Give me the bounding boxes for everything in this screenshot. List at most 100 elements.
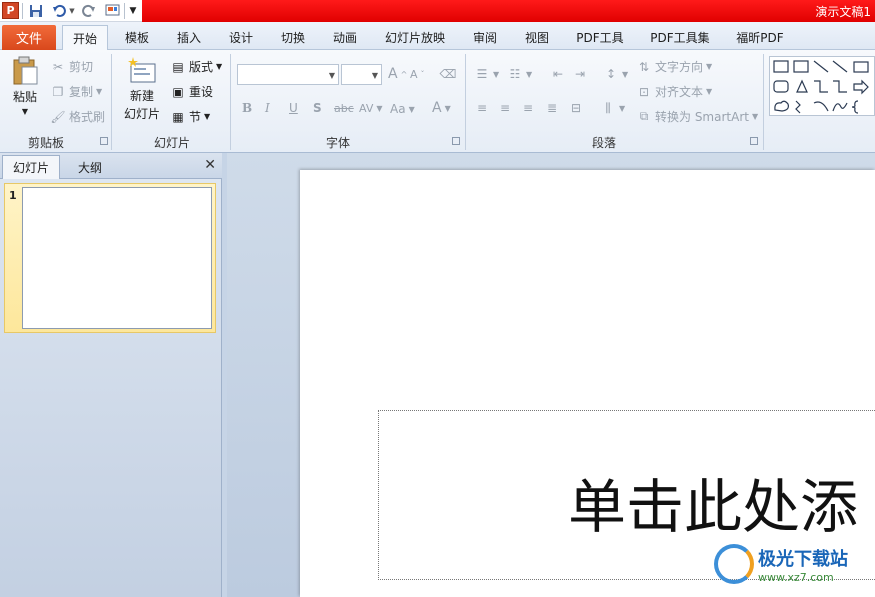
tab-outline[interactable]: 大纲 — [62, 155, 118, 179]
group-label-font: 字体 — [325, 136, 350, 150]
text-direction-icon: ⇅ — [638, 59, 650, 74]
start-from-beginning-icon[interactable] — [103, 2, 121, 20]
grow-font-button[interactable]: A ^ — [388, 66, 407, 82]
change-case-button[interactable]: Aa ▼ — [390, 102, 415, 116]
reset-label: 重设 — [189, 85, 214, 99]
window-title: 演示文稿1 — [815, 5, 871, 19]
watermark-logo-icon — [714, 544, 754, 584]
cut-label: 剪切 — [69, 60, 94, 74]
tab-home[interactable]: 开始 — [62, 25, 108, 50]
character-spacing-button[interactable]: AV ▼ — [359, 102, 383, 115]
bold-button[interactable]: B — [242, 101, 252, 115]
group-label-clipboard: 剪贴板 — [27, 136, 64, 150]
tab-templates[interactable]: 模板 — [116, 25, 158, 50]
font-name-dropdown-icon: ▼ — [328, 71, 335, 80]
tab-design[interactable]: 设计 — [220, 25, 262, 50]
redo-icon[interactable] — [80, 2, 98, 20]
columns-icon: ⫼ — [605, 100, 611, 115]
undo-dropdown-icon[interactable]: ▼ — [68, 2, 76, 20]
slides-pane: 幻灯片 大纲 ✕ 1 — [0, 153, 222, 597]
align-left-button[interactable]: ≡ — [474, 100, 490, 116]
columns-button[interactable]: ⫼ ▼ — [600, 100, 625, 116]
tab-insert[interactable]: 插入 — [168, 25, 210, 50]
tab-foxit-pdf[interactable]: 福昕PDF — [728, 25, 792, 50]
section-icon: ▦ — [172, 109, 184, 124]
font-color-button[interactable]: A ▼ — [432, 100, 451, 116]
section-label: 节 — [189, 110, 202, 124]
align-right-icon: ≡ — [522, 101, 534, 115]
qat-divider — [22, 3, 23, 19]
decrease-indent-button[interactable]: ⇤ — [550, 66, 566, 82]
brush-icon: 🖌 — [50, 109, 66, 124]
align-left-icon: ≡ — [476, 101, 488, 115]
tab-animations[interactable]: 动画 — [324, 25, 366, 50]
tab-transitions[interactable]: 切换 — [272, 25, 314, 50]
decrease-indent-icon: ⇤ — [552, 67, 564, 81]
watermark-site-name: 极光下载站 — [758, 548, 848, 570]
layout-button[interactable]: ▤ 版式 ▼ — [170, 58, 222, 75]
shrink-font-button[interactable]: Aˇ — [410, 68, 425, 81]
paragraph-launcher-icon[interactable] — [750, 137, 758, 145]
slides-pane-tabs: 幻灯片 大纲 ✕ — [0, 153, 222, 179]
group-divider — [111, 54, 112, 150]
format-painter-label: 格式刷 — [69, 110, 106, 124]
font-size-combo[interactable]: ▼ — [341, 64, 382, 85]
increase-indent-button[interactable]: ⇥ — [572, 66, 588, 82]
qat-divider — [124, 3, 125, 19]
tab-pdf-toolset[interactable]: PDF工具集 — [642, 25, 718, 50]
distributed-button[interactable]: ⊟ — [568, 100, 584, 116]
format-painter-button[interactable]: 🖌 格式刷 — [50, 108, 105, 125]
tab-slides[interactable]: 幻灯片 — [2, 155, 60, 179]
justify-button[interactable]: ≣ — [544, 100, 560, 116]
undo-icon[interactable] — [50, 2, 68, 20]
save-icon[interactable] — [27, 2, 45, 20]
clipboard-launcher-icon[interactable] — [100, 137, 108, 145]
align-center-icon: ≡ — [499, 101, 511, 115]
copy-button[interactable]: ❐ 复制 ▼ — [50, 83, 103, 100]
tab-pdf-tools[interactable]: PDF工具 — [568, 25, 632, 50]
paste-label: 粘贴 — [12, 90, 37, 104]
close-pane-icon[interactable]: ✕ — [204, 157, 216, 173]
text-shadow-button[interactable]: S — [313, 101, 322, 115]
section-button[interactable]: ▦ 节 ▼ — [170, 108, 210, 125]
italic-button[interactable]: I — [265, 101, 270, 115]
shapes-gallery[interactable] — [769, 56, 875, 116]
tab-review[interactable]: 审阅 — [464, 25, 506, 50]
font-launcher-icon[interactable] — [452, 137, 460, 145]
new-slide-label-line2: 幻灯片 — [123, 107, 160, 121]
new-slide-button[interactable]: 新建 幻灯片 — [118, 56, 166, 122]
tab-file[interactable]: 文件 — [2, 25, 56, 50]
align-text-button[interactable]: ⊡ 对齐文本 ▼ — [636, 83, 712, 100]
line-spacing-button[interactable]: ↕ ▼ — [603, 66, 628, 82]
align-text-icon: ⊡ — [638, 84, 650, 99]
group-divider — [763, 54, 764, 150]
character-spacing-icon: AV — [359, 102, 374, 115]
justify-icon: ≣ — [546, 101, 558, 115]
strikethrough-button[interactable]: abc — [334, 102, 354, 115]
paste-icon — [13, 56, 38, 85]
tab-slide-show[interactable]: 幻灯片放映 — [378, 25, 452, 50]
paste-button[interactable]: 粘贴 ▼ — [8, 56, 42, 116]
shrink-font-icon: A — [410, 68, 418, 81]
tab-view[interactable]: 视图 — [516, 25, 558, 50]
title-placeholder-text: 单击此处添 — [568, 473, 859, 541]
clear-formatting-button[interactable]: ⌫ — [440, 66, 457, 82]
group-divider — [230, 54, 231, 150]
bullets-button[interactable]: ☰ ▼ — [474, 66, 500, 82]
font-name-combo[interactable]: ▼ — [237, 64, 339, 85]
powerpoint-app-icon[interactable]: P — [2, 2, 19, 19]
font-size-dropdown-icon: ▼ — [371, 71, 378, 80]
customize-qat-icon[interactable]: ▼ — [127, 2, 139, 20]
underline-button[interactable]: U — [289, 101, 298, 115]
text-direction-button[interactable]: ⇅ 文字方向 ▼ — [636, 58, 712, 75]
align-center-button[interactable]: ≡ — [497, 100, 513, 116]
cut-button[interactable]: ✂ 剪切 — [50, 58, 93, 75]
slide-thumbnail[interactable] — [22, 187, 212, 329]
smartart-icon: ⧉ — [639, 109, 649, 123]
align-text-label: 对齐文本 — [655, 85, 704, 99]
reset-button[interactable]: ▣ 重设 — [170, 83, 213, 100]
numbering-button[interactable]: ☷ ▼ — [507, 66, 533, 82]
align-right-button[interactable]: ≡ — [520, 100, 536, 116]
scissors-icon: ✂ — [52, 59, 64, 74]
convert-smartart-button[interactable]: ⧉ 转换为 SmartArt ▼ — [636, 108, 758, 125]
